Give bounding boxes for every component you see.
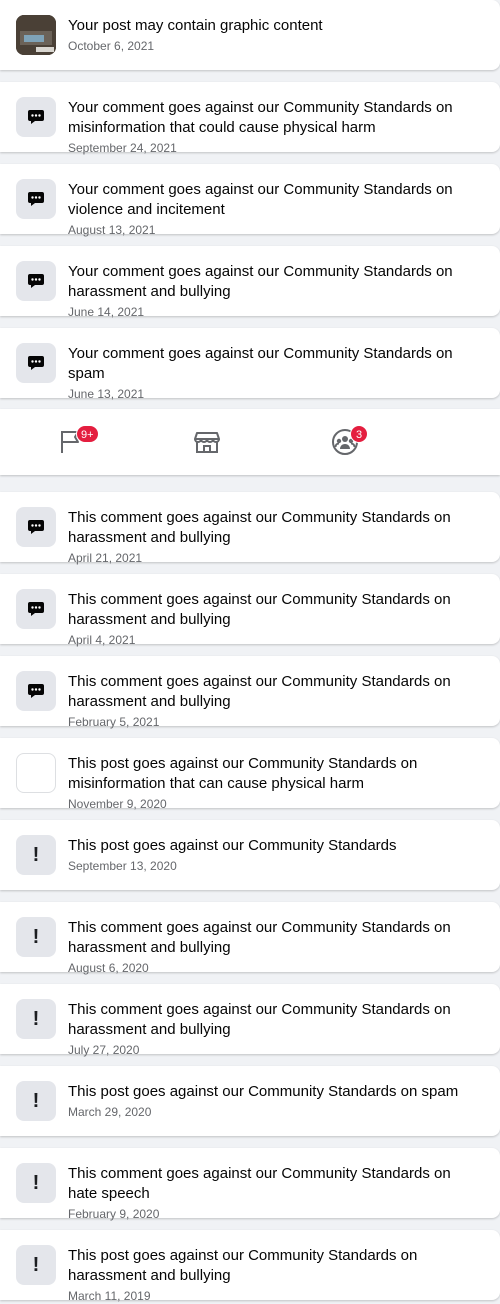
marketplace-tab[interactable]	[192, 429, 222, 459]
notification-title: This comment goes against our Community …	[68, 919, 451, 956]
comment-icon	[16, 507, 56, 547]
notification-date: April 4, 2021	[68, 633, 136, 647]
exclamation-icon: !	[16, 1245, 56, 1285]
notification-date: March 11, 2019	[68, 1289, 151, 1303]
exclamation-icon: !	[16, 999, 56, 1039]
notification-date: October 6, 2021	[68, 39, 155, 53]
comment-icon	[16, 97, 56, 137]
notification-title: This comment goes against our Community …	[68, 673, 451, 710]
exclamation-icon: !	[16, 1163, 56, 1203]
notification-item[interactable]: ! This comment goes against our Communit…	[0, 902, 500, 975]
comment-icon	[16, 261, 56, 301]
notification-item[interactable]: This post goes against our Community Sta…	[0, 738, 500, 811]
marketplace-icon	[194, 429, 220, 460]
notification-title: This comment goes against our Community …	[68, 1165, 451, 1202]
exclamation-icon: !	[16, 1081, 56, 1121]
notification-title: Your comment goes against our Community …	[68, 99, 453, 136]
comment-icon	[16, 671, 56, 711]
notification-item[interactable]: This comment goes against our Community …	[0, 656, 500, 729]
exclamation-icon: !	[16, 835, 56, 875]
notification-title: This comment goes against our Community …	[68, 509, 451, 546]
notification-date: September 13, 2020	[68, 859, 177, 873]
notification-item[interactable]: Your comment goes against our Community …	[0, 164, 500, 237]
groups-badge: 3	[350, 425, 368, 443]
notification-date: April 21, 2021	[68, 551, 143, 565]
comment-icon	[16, 179, 56, 219]
notification-title: This comment goes against our Community …	[68, 591, 451, 628]
comment-icon	[16, 589, 56, 629]
notification-date: August 13, 2021	[68, 223, 156, 237]
notification-title: Your comment goes against our Community …	[68, 345, 453, 382]
notification-item[interactable]: ! This post goes against our Community S…	[0, 1066, 500, 1136]
notification-date: November 9, 2020	[68, 797, 167, 811]
notification-title: Your comment goes against our Community …	[68, 263, 453, 300]
notification-date: February 5, 2021	[68, 715, 160, 729]
notification-item[interactable]: This comment goes against our Community …	[0, 492, 500, 565]
notification-item[interactable]: ! This comment goes against our Communit…	[0, 1148, 500, 1221]
notification-date: June 14, 2021	[68, 305, 145, 319]
notification-date: July 27, 2020	[68, 1043, 140, 1057]
notification-title: This post goes against our Community Sta…	[68, 837, 397, 854]
pages-tab[interactable]: 9+	[56, 425, 99, 459]
notification-date: March 29, 2020	[68, 1105, 152, 1119]
notification-item[interactable]: This comment goes against our Community …	[0, 574, 500, 647]
notification-item[interactable]: ! This post goes against our Community S…	[0, 820, 500, 890]
notification-item[interactable]: Your post may contain graphic content Oc…	[0, 0, 500, 70]
notification-title: This post goes against our Community Sta…	[68, 1083, 459, 1100]
notification-date: August 6, 2020	[68, 961, 149, 975]
notification-title: This post goes against our Community Sta…	[68, 755, 418, 792]
comment-icon	[16, 343, 56, 383]
notification-item[interactable]: Your comment goes against our Community …	[0, 328, 500, 401]
notification-item[interactable]: ! This comment goes against our Communit…	[0, 984, 500, 1057]
groups-tab[interactable]: 3	[330, 425, 368, 459]
notification-item[interactable]: ! This post goes against our Community S…	[0, 1230, 500, 1303]
pages-badge: 9+	[76, 425, 99, 443]
exclamation-icon: !	[16, 917, 56, 957]
notification-item[interactable]: Your comment goes against our Community …	[0, 246, 500, 319]
notification-date: February 9, 2020	[68, 1207, 160, 1221]
notification-title: This comment goes against our Community …	[68, 1001, 451, 1038]
bottom-nav-bar: 9+ 3	[0, 409, 500, 475]
notification-title: Your post may contain graphic content	[68, 17, 323, 34]
notification-title: This post goes against our Community Sta…	[68, 1247, 418, 1284]
blank-thumbnail	[16, 753, 56, 793]
post-thumbnail	[16, 15, 56, 55]
notification-date: September 24, 2021	[68, 141, 177, 155]
notification-date: June 13, 2021	[68, 387, 145, 401]
notification-title: Your comment goes against our Community …	[68, 181, 453, 218]
notification-item[interactable]: Your comment goes against our Community …	[0, 82, 500, 155]
